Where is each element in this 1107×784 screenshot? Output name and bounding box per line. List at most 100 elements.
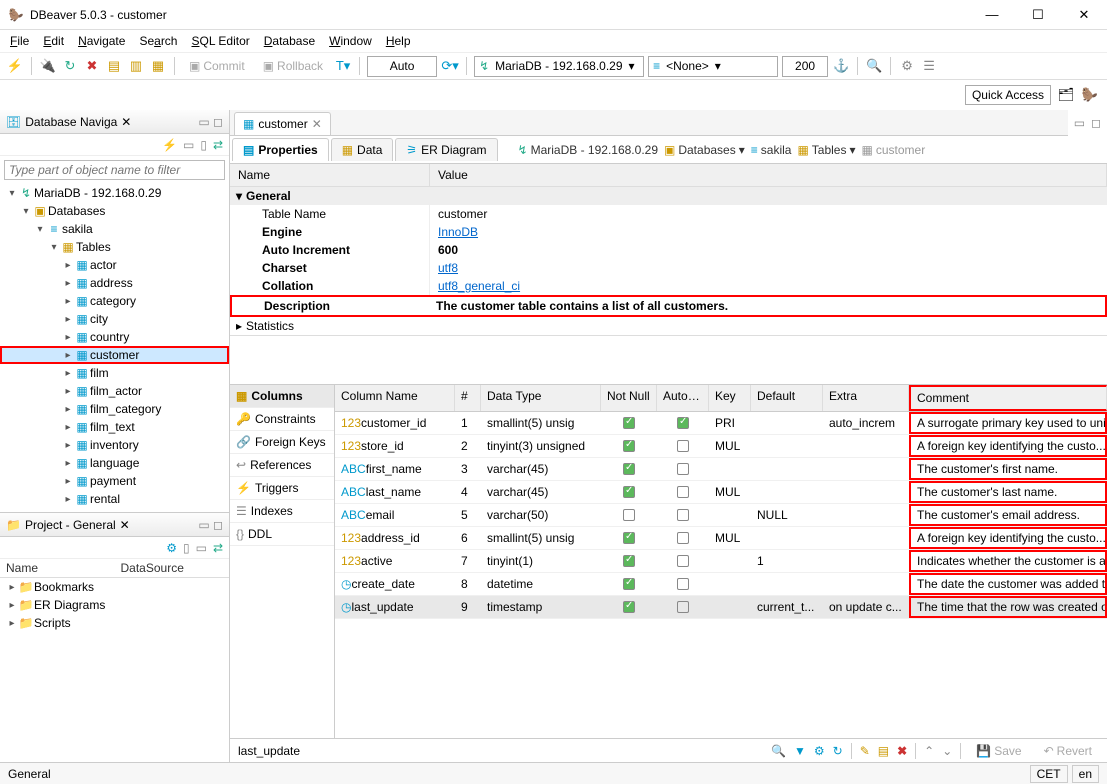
down-icon[interactable]: ⌄: [942, 744, 952, 758]
menu-sqleditor[interactable]: SQL Editor: [191, 34, 249, 48]
column-row-active[interactable]: 123 active7tinyint(1)1Indicates whether …: [335, 550, 1107, 573]
preferences-icon[interactable]: ⚙: [898, 57, 916, 75]
tree-item-rental[interactable]: ▸▦rental: [0, 490, 229, 508]
project-col-ds[interactable]: DataSource: [115, 559, 230, 577]
perspective-other-icon[interactable]: 🦫: [1081, 86, 1099, 104]
column-row-store_id[interactable]: 123 store_id2tinyint(3) unsignedMULA for…: [335, 435, 1107, 458]
tree-item-payment[interactable]: ▸▦payment: [0, 472, 229, 490]
category-triggers[interactable]: ⚡Triggers: [230, 477, 334, 500]
project-item-er-diagrams[interactable]: ▸📁ER Diagrams: [0, 596, 229, 614]
perspective-dbeaver-icon[interactable]: 🗂: [1057, 86, 1075, 104]
view-controls[interactable]: ▭ ◻: [198, 518, 223, 532]
sql-editor-icon[interactable]: ▤: [105, 57, 123, 75]
commit-button[interactable]: ▣ Commit: [182, 56, 252, 76]
menu-window[interactable]: Window: [329, 34, 372, 48]
editor-tab-customer[interactable]: ▦ customer ✕: [234, 112, 331, 135]
nav-filter-input[interactable]: [4, 160, 225, 180]
nav-tree[interactable]: ▾↯MariaDB - 192.168.0.29▾▣Databases▾≡sak…: [0, 184, 229, 512]
bc-schema[interactable]: ≡sakila: [751, 143, 792, 157]
column-row-last_update[interactable]: ◷ last_update9timestampcurrent_t...on up…: [335, 596, 1107, 619]
minimize-button[interactable]: —: [969, 0, 1015, 30]
prop-autoinc-v[interactable]: 600: [430, 241, 1107, 259]
column-row-first_name[interactable]: ABC first_name3varchar(45)The customer's…: [335, 458, 1107, 481]
search-icon[interactable]: 🔍: [771, 744, 786, 758]
menu-navigate[interactable]: Navigate: [78, 34, 125, 48]
col-header-1[interactable]: #: [455, 385, 481, 411]
col-header-4[interactable]: Auto I...: [657, 385, 709, 411]
col-header-8[interactable]: Comment: [909, 385, 1107, 411]
maximize-button[interactable]: ☐: [1015, 0, 1061, 30]
connect-icon[interactable]: ⚡: [162, 138, 177, 152]
save-button[interactable]: 💾 Save: [969, 741, 1028, 761]
recent-sql-icon[interactable]: ▥: [127, 57, 145, 75]
tree-item-address[interactable]: ▸▦address: [0, 274, 229, 292]
props-group-stats[interactable]: ▸Statistics: [230, 317, 1107, 335]
col-header-5[interactable]: Key: [709, 385, 751, 411]
driver-manager-icon[interactable]: ☰: [920, 57, 938, 75]
view-controls[interactable]: ▭ ◻: [198, 115, 223, 129]
tx-log-icon[interactable]: ⟳▾: [441, 57, 459, 75]
tree-item-film[interactable]: ▸▦film: [0, 364, 229, 382]
category-constraints[interactable]: 🔑Constraints: [230, 408, 334, 431]
edit-icon[interactable]: ✎: [860, 744, 870, 758]
limit-input[interactable]: 200: [782, 56, 828, 77]
tree-item-mariadb-192-168-0-29[interactable]: ▾↯MariaDB - 192.168.0.29: [0, 184, 229, 202]
col-header-6[interactable]: Default: [751, 385, 823, 411]
link-editor-icon[interactable]: ⇄: [213, 138, 223, 152]
find-icon[interactable]: 🔍: [865, 57, 883, 75]
prop-desc-v[interactable]: The customer table contains a list of al…: [428, 297, 736, 315]
category-columns[interactable]: ▦Columns: [230, 385, 334, 408]
close-icon[interactable]: ✕: [312, 117, 322, 131]
bc-connection[interactable]: ↯MariaDB - 192.168.0.29: [518, 143, 658, 157]
add-icon[interactable]: ▤: [878, 744, 889, 758]
prop-description-row[interactable]: Description The customer table contains …: [230, 295, 1107, 317]
category-ddl[interactable]: {}DDL: [230, 523, 334, 546]
close-button[interactable]: ✕: [1061, 0, 1107, 30]
sub-tab-data[interactable]: ▦Data: [331, 138, 394, 161]
menu-edit[interactable]: Edit: [43, 34, 64, 48]
col-header-7[interactable]: Extra: [823, 385, 909, 411]
maximize-icon[interactable]: ◻: [1091, 116, 1101, 130]
tree-item-film-category[interactable]: ▸▦film_category: [0, 400, 229, 418]
database-select[interactable]: ≡<None> ▾: [648, 56, 778, 77]
props-head-name[interactable]: Name: [230, 164, 430, 187]
tree-item-inventory[interactable]: ▸▦inventory: [0, 436, 229, 454]
tx-mode-icon[interactable]: T▾: [334, 57, 352, 75]
prop-tablename-v[interactable]: customer: [430, 205, 1107, 223]
prop-charset-v[interactable]: utf8: [430, 259, 1107, 277]
category-foreign-keys[interactable]: 🔗Foreign Keys: [230, 431, 334, 454]
category-indexes[interactable]: ☰Indexes: [230, 500, 334, 523]
connect-icon[interactable]: 🔌: [39, 57, 57, 75]
column-row-last_name[interactable]: ABC last_name4varchar(45)MULThe customer…: [335, 481, 1107, 504]
project-item-bookmarks[interactable]: ▸📁Bookmarks: [0, 578, 229, 596]
sub-tab-properties[interactable]: ▤Properties: [232, 138, 329, 161]
bc-databases[interactable]: ▣Databases ▾: [664, 143, 745, 157]
delete-icon[interactable]: ✖: [897, 744, 907, 758]
disconnect-icon[interactable]: ✖: [83, 57, 101, 75]
fetch-icon[interactable]: ⚓: [832, 57, 850, 75]
connection-select[interactable]: ↯MariaDB - 192.168.0.29 ▾: [474, 56, 644, 77]
props-group-general[interactable]: ▾General: [230, 187, 1107, 205]
collapse-icon[interactable]: ▯: [200, 138, 207, 152]
col-header-3[interactable]: Not Null: [601, 385, 657, 411]
collapse-icon[interactable]: ▯: [183, 541, 190, 555]
menu-file[interactable]: File: [10, 34, 29, 48]
minimize-icon[interactable]: ▭: [1074, 116, 1085, 130]
menu-database[interactable]: Database: [264, 34, 315, 48]
column-row-email[interactable]: ABC email5varchar(50)NULLThe customer's …: [335, 504, 1107, 527]
link-icon[interactable]: ⇄: [213, 541, 223, 555]
new-connection-icon[interactable]: ⚡: [6, 57, 24, 75]
tree-item-category[interactable]: ▸▦category: [0, 292, 229, 310]
tree-item-country[interactable]: ▸▦country: [0, 328, 229, 346]
bc-tables[interactable]: ▦Tables ▾: [797, 143, 855, 157]
tree-item-film-text[interactable]: ▸▦film_text: [0, 418, 229, 436]
settings-icon[interactable]: ⚙: [814, 744, 825, 758]
rollback-button[interactable]: ▣ Rollback: [256, 56, 330, 76]
tree-item-actor[interactable]: ▸▦actor: [0, 256, 229, 274]
column-row-create_date[interactable]: ◷ create_date8datetimeThe date the custo…: [335, 573, 1107, 596]
tree-item-databases[interactable]: ▾▣Databases: [0, 202, 229, 220]
tree-item-customer[interactable]: ▸▦customer: [0, 346, 229, 364]
tree-item-film-actor[interactable]: ▸▦film_actor: [0, 382, 229, 400]
new-folder-icon[interactable]: ▭: [183, 138, 194, 152]
col-header-2[interactable]: Data Type: [481, 385, 601, 411]
